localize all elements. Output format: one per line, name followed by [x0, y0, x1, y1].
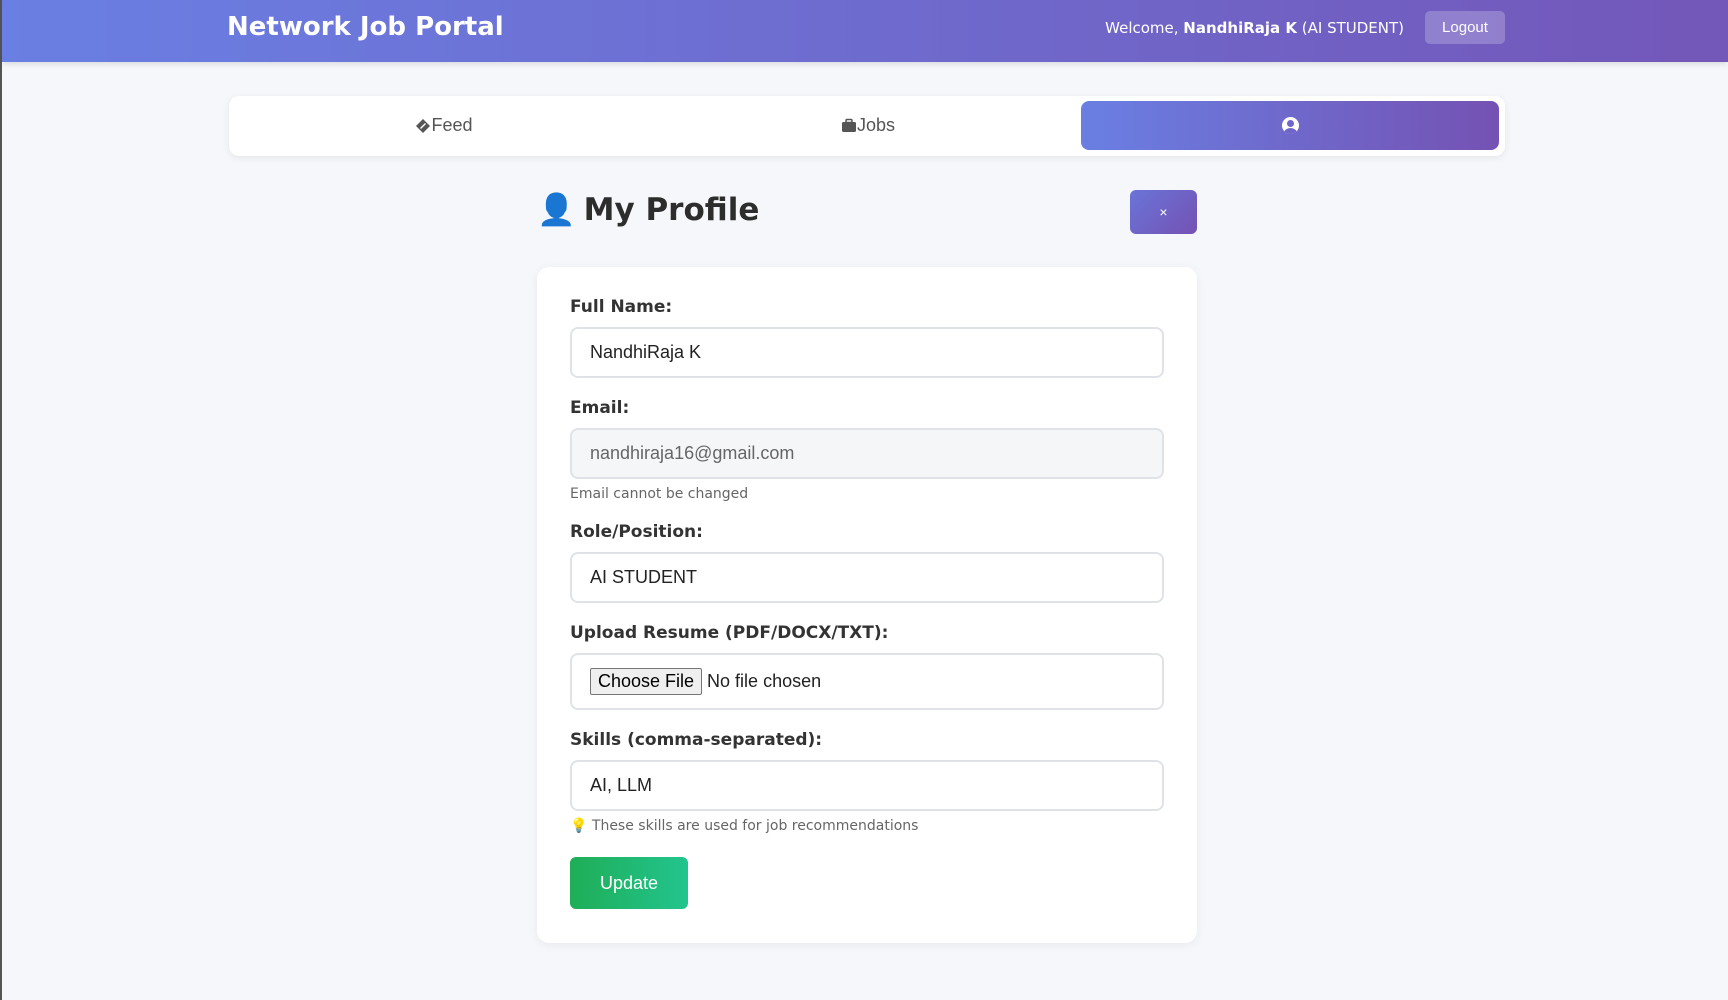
main-tabs: Feed Jobs	[229, 96, 1505, 156]
page-title: 👤 My Profile	[537, 191, 760, 229]
email-hint: Email cannot be changed	[570, 486, 749, 502]
choose-file-button[interactable]: Choose File	[590, 668, 703, 695]
resume-file-input[interactable]: Choose File No file chosen	[570, 653, 1164, 710]
skills-field[interactable]: AI, LLM	[570, 760, 1164, 811]
logout-button[interactable]: Logout	[1425, 11, 1505, 44]
update-button[interactable]: Update	[570, 857, 688, 909]
user-name: NandhiRaja K	[1183, 19, 1297, 37]
skills-hint: 💡 These skills are used for job recommen…	[570, 818, 918, 834]
top-header: Network Job Portal Welcome, NandhiRaja K…	[2, 0, 1728, 62]
page-title-text: My Profile	[583, 191, 760, 228]
role-field[interactable]: AI STUDENT	[570, 552, 1164, 603]
skills-hint-text: These skills are used for job recommenda…	[591, 818, 919, 834]
resume-label: Upload Resume (PDF/DOCX/TXT):	[570, 623, 889, 643]
edit-icon	[415, 118, 431, 134]
tab-feed-label: Feed	[431, 115, 473, 135]
profile-form-card: Full Name: NandhiRaja K Email: nandhiraj…	[537, 267, 1197, 943]
user-role: (AI STUDENT)	[1297, 19, 1404, 37]
full-name-field[interactable]: NandhiRaja K	[570, 327, 1164, 378]
tab-jobs[interactable]: Jobs	[659, 101, 1077, 150]
tab-profile[interactable]	[1081, 101, 1499, 150]
skills-label: Skills (comma-separated):	[570, 730, 823, 750]
email-label: Email:	[570, 398, 630, 418]
file-status: No file chosen	[707, 671, 822, 691]
close-button[interactable]: ×	[1130, 190, 1197, 234]
brand-title: Network Job Portal	[227, 12, 504, 42]
user-circle-icon	[1281, 117, 1299, 134]
tab-feed[interactable]: Feed	[235, 101, 653, 150]
role-label: Role/Position:	[570, 522, 703, 542]
welcome-prefix: Welcome,	[1105, 19, 1184, 37]
briefcase-icon	[841, 118, 857, 134]
lightbulb-icon: 💡	[570, 818, 588, 834]
full-name-label: Full Name:	[570, 297, 673, 317]
email-field: nandhiraja16@gmail.com	[570, 428, 1164, 479]
welcome-text: Welcome, NandhiRaja K (AI STUDENT)	[1105, 19, 1404, 37]
tab-jobs-label: Jobs	[856, 115, 896, 135]
user-icon: 👤	[537, 192, 576, 228]
